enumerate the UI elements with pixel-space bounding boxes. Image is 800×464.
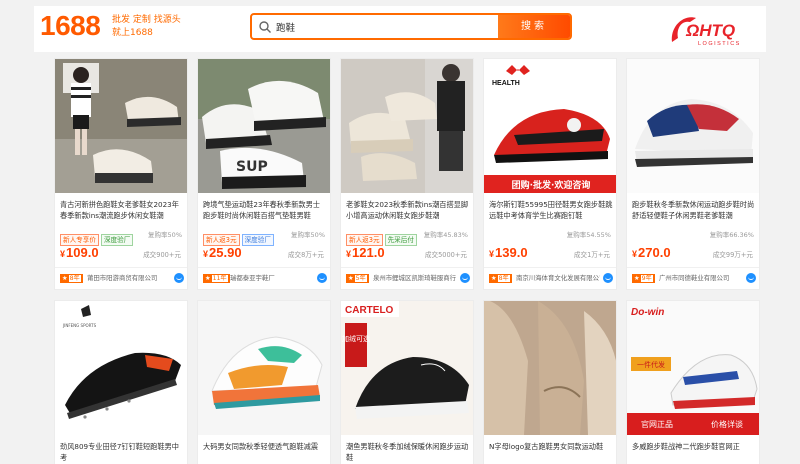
promo-banner: 团购·批发·欢迎咨询 <box>512 179 591 191</box>
product-image[interactable] <box>198 301 330 435</box>
logistics-brand-logo: ΩHTQ LOGISTICS <box>671 17 741 47</box>
sales-volume: 成交5000+元 <box>424 251 467 259</box>
product-card[interactable]: SUP 跨境气垫运动鞋23年春秋季新款男士跑步鞋时尚休闲鞋百搭气垫鞋男鞋 新人返… <box>197 58 331 290</box>
dropship-label: 一件代发 <box>637 360 665 369</box>
product-tags: 新人返3元 深度验厂 复购率50% <box>203 227 329 246</box>
product-title[interactable]: 多威跑步鞋战神二代跑步鞋官网正 <box>632 441 756 463</box>
shop-info[interactable]: ★ 8年 南京川海体育文化发展有限公司 <box>484 267 616 287</box>
shop-years-badge: ★ 11年 <box>203 274 230 283</box>
search-input[interactable]: 跑鞋 <box>276 20 295 34</box>
product-price: ¥139.0 <box>489 245 528 260</box>
product-card[interactable]: JINFENG SPORTS 劲风809专业田径7钉钉鞋短跑鞋男中考 <box>54 300 188 464</box>
brand-name: CARTELO <box>345 305 394 316</box>
chat-icon[interactable] <box>460 273 470 283</box>
verified-tag: 深度验厂 <box>100 234 134 246</box>
product-price: ¥25.90 <box>203 245 242 260</box>
pay-later-tag: 先采后付 <box>384 234 417 246</box>
sales-volume: 成交900+元 <box>143 251 181 259</box>
svg-text:LOGISTICS: LOGISTICS <box>698 41 741 47</box>
svg-text:SUP: SUP <box>236 159 268 175</box>
shop-years-badge: ★ 8年 <box>60 274 83 283</box>
shop-name[interactable]: 泉州市鲤城区凯斯琦鞋服商行 <box>373 274 457 283</box>
sales-volume: 成交99万+元 <box>712 251 753 259</box>
shop-name[interactable]: 南京川海体育文化发展有限公司 <box>516 274 600 283</box>
shop-years-badge: ★ 5年 <box>346 274 369 283</box>
repurchase-rate: 复购率66.36% <box>709 231 754 239</box>
svg-text:JINFENG SPORTS: JINFENG SPORTS <box>62 323 97 328</box>
shop-years-badge: ★ 9年 <box>632 274 655 283</box>
chat-icon[interactable] <box>746 273 756 283</box>
product-card[interactable]: Do-win 一件代发官网正品 价格详谈 多威跑步鞋战神二代跑步鞋官网正 <box>626 300 760 464</box>
product-title[interactable]: 跨境气垫运动鞋23年春秋季新款男士跑步鞋时尚休闲鞋百搭气垫鞋男鞋 <box>203 199 327 221</box>
top-header: 1688 批发 定制 找源头 就上1688 跑鞋 搜索 ΩHTQ LOGISTI… <box>34 6 766 52</box>
product-image[interactable] <box>484 301 616 435</box>
svg-text:HEALTH: HEALTH <box>492 80 520 87</box>
repurchase-rate: 复购率45.83% <box>423 231 468 239</box>
search-button[interactable]: 搜索 <box>498 15 570 38</box>
repurchase-rate: 复购率54.55% <box>566 231 611 239</box>
sales-volume: 成交1万+元 <box>573 251 610 259</box>
sales-volume: 成交8万+元 <box>287 251 324 259</box>
product-image[interactable]: SUP <box>198 59 330 193</box>
site-slogan: 批发 定制 找源头 就上1688 <box>112 15 181 38</box>
product-image[interactable]: Do-win 一件代发官网正品 价格详谈 <box>627 301 759 435</box>
shop-name[interactable]: 莆田市阳游商贸有限公司 <box>87 274 171 283</box>
product-card[interactable]: CARTELO 加绒可选 潮鱼男鞋秋冬季加绒保暖休闲跑步运动鞋 <box>340 300 474 464</box>
product-image[interactable] <box>341 59 473 193</box>
product-card[interactable]: HEALTH 团购·批发·欢迎咨询 海尔斯钉鞋55995田径鞋男女跑步鞋跳远鞋中考… <box>483 58 617 290</box>
product-image[interactable]: JINFENG SPORTS <box>55 301 187 435</box>
product-price: ¥270.0 <box>632 245 671 260</box>
fleece-badge: 加绒可选 <box>342 334 370 343</box>
product-image[interactable]: HEALTH 团购·批发·欢迎咨询 <box>484 59 616 193</box>
product-tags: 复购率66.36% <box>632 227 758 239</box>
svg-text:ΩHTQ: ΩHTQ <box>685 21 735 40</box>
product-title[interactable]: 青古河新拼色跑鞋女老爹鞋女2023年春季新款ins潮流跑步休闲女鞋潮 <box>60 199 184 221</box>
product-tags: 新人返3元 先采后付 复购率45.83% <box>346 227 472 246</box>
site-logo[interactable]: 1688 <box>40 10 101 42</box>
search-icon <box>259 21 271 33</box>
product-image[interactable] <box>627 59 759 193</box>
shop-years-badge: ★ 8年 <box>489 274 512 283</box>
product-price: ¥109.0 <box>60 245 99 260</box>
product-card[interactable]: 跑步鞋秋冬季新款休闲运动跑步鞋时尚舒适轻便鞋子休闲男鞋老爹鞋潮 复购率66.36… <box>626 58 760 290</box>
repurchase-rate: 复购率50% <box>148 231 182 239</box>
shop-info[interactable]: ★ 9年 广州市同德鞋业有限公司 <box>627 267 759 287</box>
product-title[interactable]: 劲风809专业田径7钉钉鞋短跑鞋男中考 <box>60 441 184 463</box>
chat-icon[interactable] <box>603 273 613 283</box>
product-image[interactable] <box>55 59 187 193</box>
product-image[interactable]: CARTELO 加绒可选 <box>341 301 473 435</box>
product-title[interactable]: N字母logo复古跑鞋男女同款运动鞋 <box>489 441 613 463</box>
chat-icon[interactable] <box>174 273 184 283</box>
shop-name[interactable]: 广州市同德鞋业有限公司 <box>659 274 743 283</box>
product-price: ¥121.0 <box>346 245 385 260</box>
verified-tag: 深度验厂 <box>241 234 274 246</box>
product-title[interactable]: 海尔斯钉鞋55995田径鞋男女跑步鞋跳远鞋中考体育学生比赛跑钉鞋 <box>489 199 613 221</box>
shop-name[interactable]: 瑞都泰亚宇鞋厂 <box>230 274 314 283</box>
official-label: 官网正品 <box>641 419 673 429</box>
product-title[interactable]: 潮鱼男鞋秋冬季加绒保暖休闲跑步运动鞋 <box>346 441 470 463</box>
product-title[interactable]: 老爹鞋女2023秋季新款ins潮百搭显脚小增高运动休闲鞋女跑步鞋潮 <box>346 199 470 221</box>
shop-info[interactable]: ★ 11年 瑞都泰亚宇鞋厂 <box>198 267 330 287</box>
search-box: 跑鞋 搜索 <box>250 13 572 40</box>
product-title[interactable]: 跑步鞋秋冬季新款休闲运动跑步鞋时尚舒适轻便鞋子休闲男鞋老爹鞋潮 <box>632 199 756 221</box>
product-card[interactable]: 老爹鞋女2023秋季新款ins潮百搭显脚小增高运动休闲鞋女跑步鞋潮 新人返3元先… <box>340 58 474 290</box>
repurchase-rate: 复购率50% <box>291 231 325 239</box>
product-tags: 新人专享价 深度验厂 复购率50% <box>60 227 186 246</box>
product-card[interactable]: 青古河新拼色跑鞋女老爹鞋女2023年春季新款ins潮流跑步休闲女鞋潮 新人专享价… <box>54 58 188 290</box>
shop-info[interactable]: ★ 8年 莆田市阳游商贸有限公司 <box>55 267 187 287</box>
brand-name: Do-win <box>631 307 664 318</box>
product-title[interactable]: 大码男女同款秋季轻便透气跑鞋减震 <box>203 441 327 463</box>
shop-info[interactable]: ★ 5年 泉州市鲤城区凯斯琦鞋服商行 <box>341 267 473 287</box>
product-card[interactable]: N字母logo复古跑鞋男女同款运动鞋 <box>483 300 617 464</box>
product-tags: 复购率54.55% <box>489 227 615 239</box>
product-card[interactable]: 大码男女同款秋季轻便透气跑鞋减震 <box>197 300 331 464</box>
chat-icon[interactable] <box>317 273 327 283</box>
price-talk-label: 价格详谈 <box>711 419 743 429</box>
